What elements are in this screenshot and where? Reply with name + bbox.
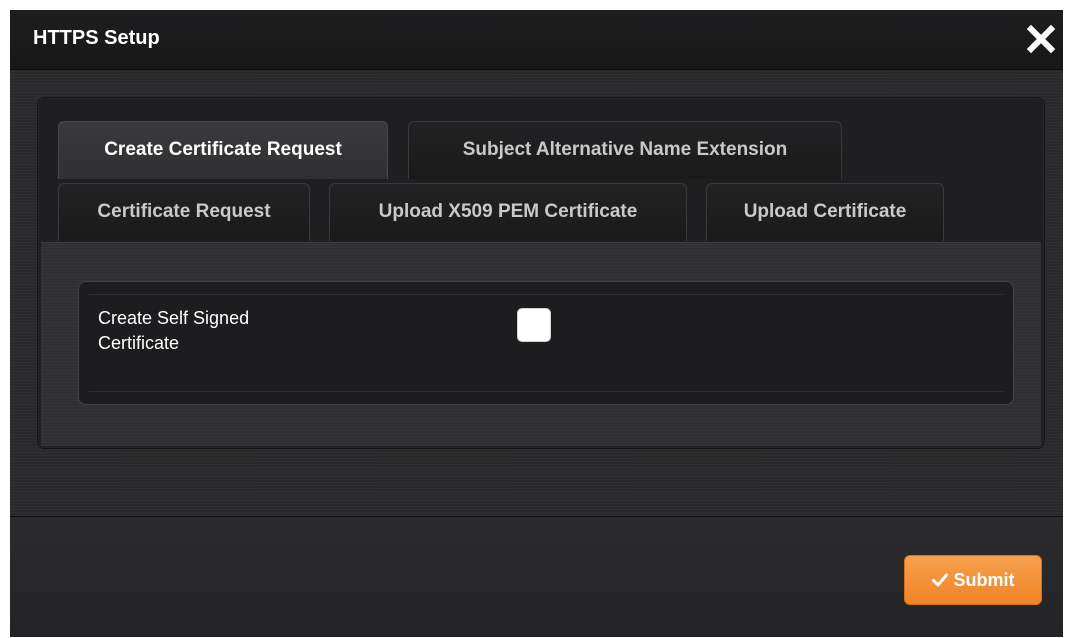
tab-upload-certificate[interactable]: Upload Certificate xyxy=(706,183,944,241)
tab-panel: Create Certificate Request Subject Alter… xyxy=(37,97,1045,449)
self-signed-label: Create Self Signed Certificate xyxy=(98,308,250,353)
tab-upload-x509-pem-certificate[interactable]: Upload X509 PEM Certificate xyxy=(329,183,687,241)
submit-label: Submit xyxy=(953,570,1015,590)
dialog-footer: Submit xyxy=(10,516,1063,637)
self-signed-checkbox[interactable] xyxy=(517,308,551,342)
checkmark-icon xyxy=(931,557,948,605)
submit-button[interactable]: Submit xyxy=(904,555,1042,605)
tab-body: Create Self Signed Certificate xyxy=(41,242,1041,446)
dialog-content: Create Certificate Request Subject Alter… xyxy=(10,70,1063,516)
tab-certificate-request[interactable]: Certificate Request xyxy=(58,183,310,241)
tab-create-certificate-request[interactable]: Create Certificate Request xyxy=(58,121,388,179)
https-setup-dialog: HTTPS Setup Create Certificate Request S… xyxy=(10,10,1063,637)
self-signed-field-group: Create Self Signed Certificate xyxy=(78,281,1014,405)
close-icon[interactable] xyxy=(1024,22,1058,56)
tab-subject-alternative-name-extension[interactable]: Subject Alternative Name Extension xyxy=(408,121,842,179)
dialog-titlebar: HTTPS Setup xyxy=(10,10,1063,70)
dialog-title: HTTPS Setup xyxy=(33,27,160,49)
